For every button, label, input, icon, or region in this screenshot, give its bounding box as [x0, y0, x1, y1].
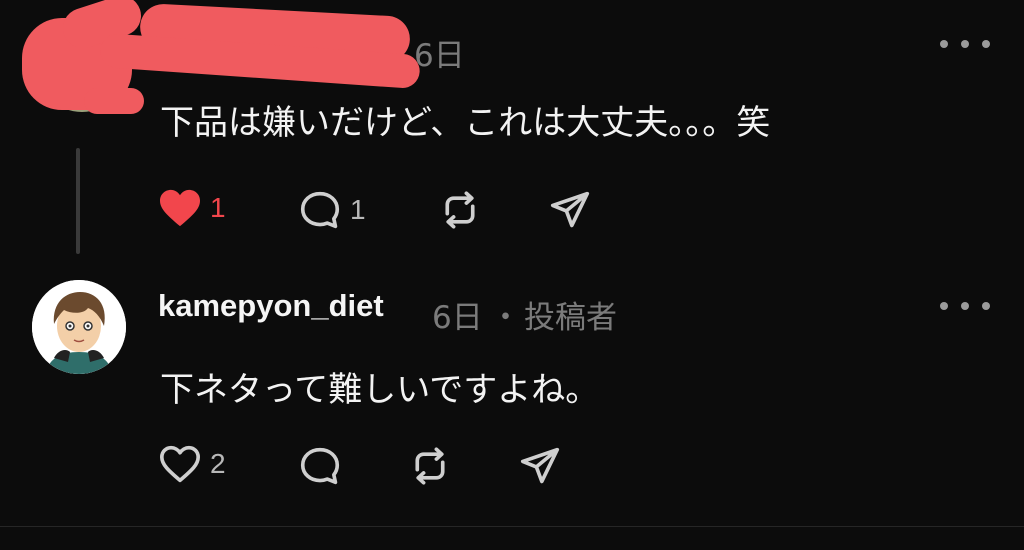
avatar[interactable] [32, 280, 126, 374]
repost-icon [445, 191, 475, 229]
reply-button[interactable] [298, 446, 342, 486]
share-button[interactable] [518, 446, 562, 486]
heart-filled-icon [160, 189, 200, 227]
reply-post-2: kamepyon_diet 6日 ・ 投稿者 下ネタって難しいですよね。 2 [0, 262, 1024, 526]
post-age: 6日 [414, 38, 465, 74]
post-text: 下品は嫌いだけど、これは大丈夫。。。笑 [160, 103, 771, 143]
comment-icon [300, 191, 340, 229]
like-button[interactable]: 2 [158, 444, 226, 484]
like-button[interactable]: 1 [158, 188, 226, 228]
divider [0, 526, 1024, 527]
thread-line [76, 148, 80, 254]
repost-button[interactable] [438, 190, 482, 230]
reply-count: 1 [350, 194, 366, 225]
reply-post-1: 6日 下品は嫌いだけど、これは大丈夫。。。笑 1 1 [0, 0, 1024, 262]
repost-button[interactable] [408, 446, 452, 486]
comment-icon [300, 447, 340, 485]
reply-button[interactable]: 1 [298, 190, 366, 230]
share-button[interactable] [548, 190, 592, 230]
post-age: 6日 [432, 300, 483, 336]
meta-separator: ・ [490, 300, 521, 336]
like-count: 2 [210, 448, 226, 479]
more-options-button[interactable] [940, 296, 990, 316]
like-count: 1 [210, 192, 226, 223]
post-text: 下ネタって難しいですよね。 [160, 370, 600, 410]
more-dots-icon [940, 302, 948, 310]
username[interactable]: kamepyon_diet [158, 288, 384, 324]
more-options-button[interactable] [940, 34, 990, 54]
repost-icon [415, 447, 445, 485]
share-icon [550, 191, 590, 228]
author-badge: 投稿者 [524, 300, 617, 336]
share-icon [520, 447, 560, 484]
heart-outline-icon [160, 445, 200, 483]
more-dots-icon [940, 40, 948, 48]
